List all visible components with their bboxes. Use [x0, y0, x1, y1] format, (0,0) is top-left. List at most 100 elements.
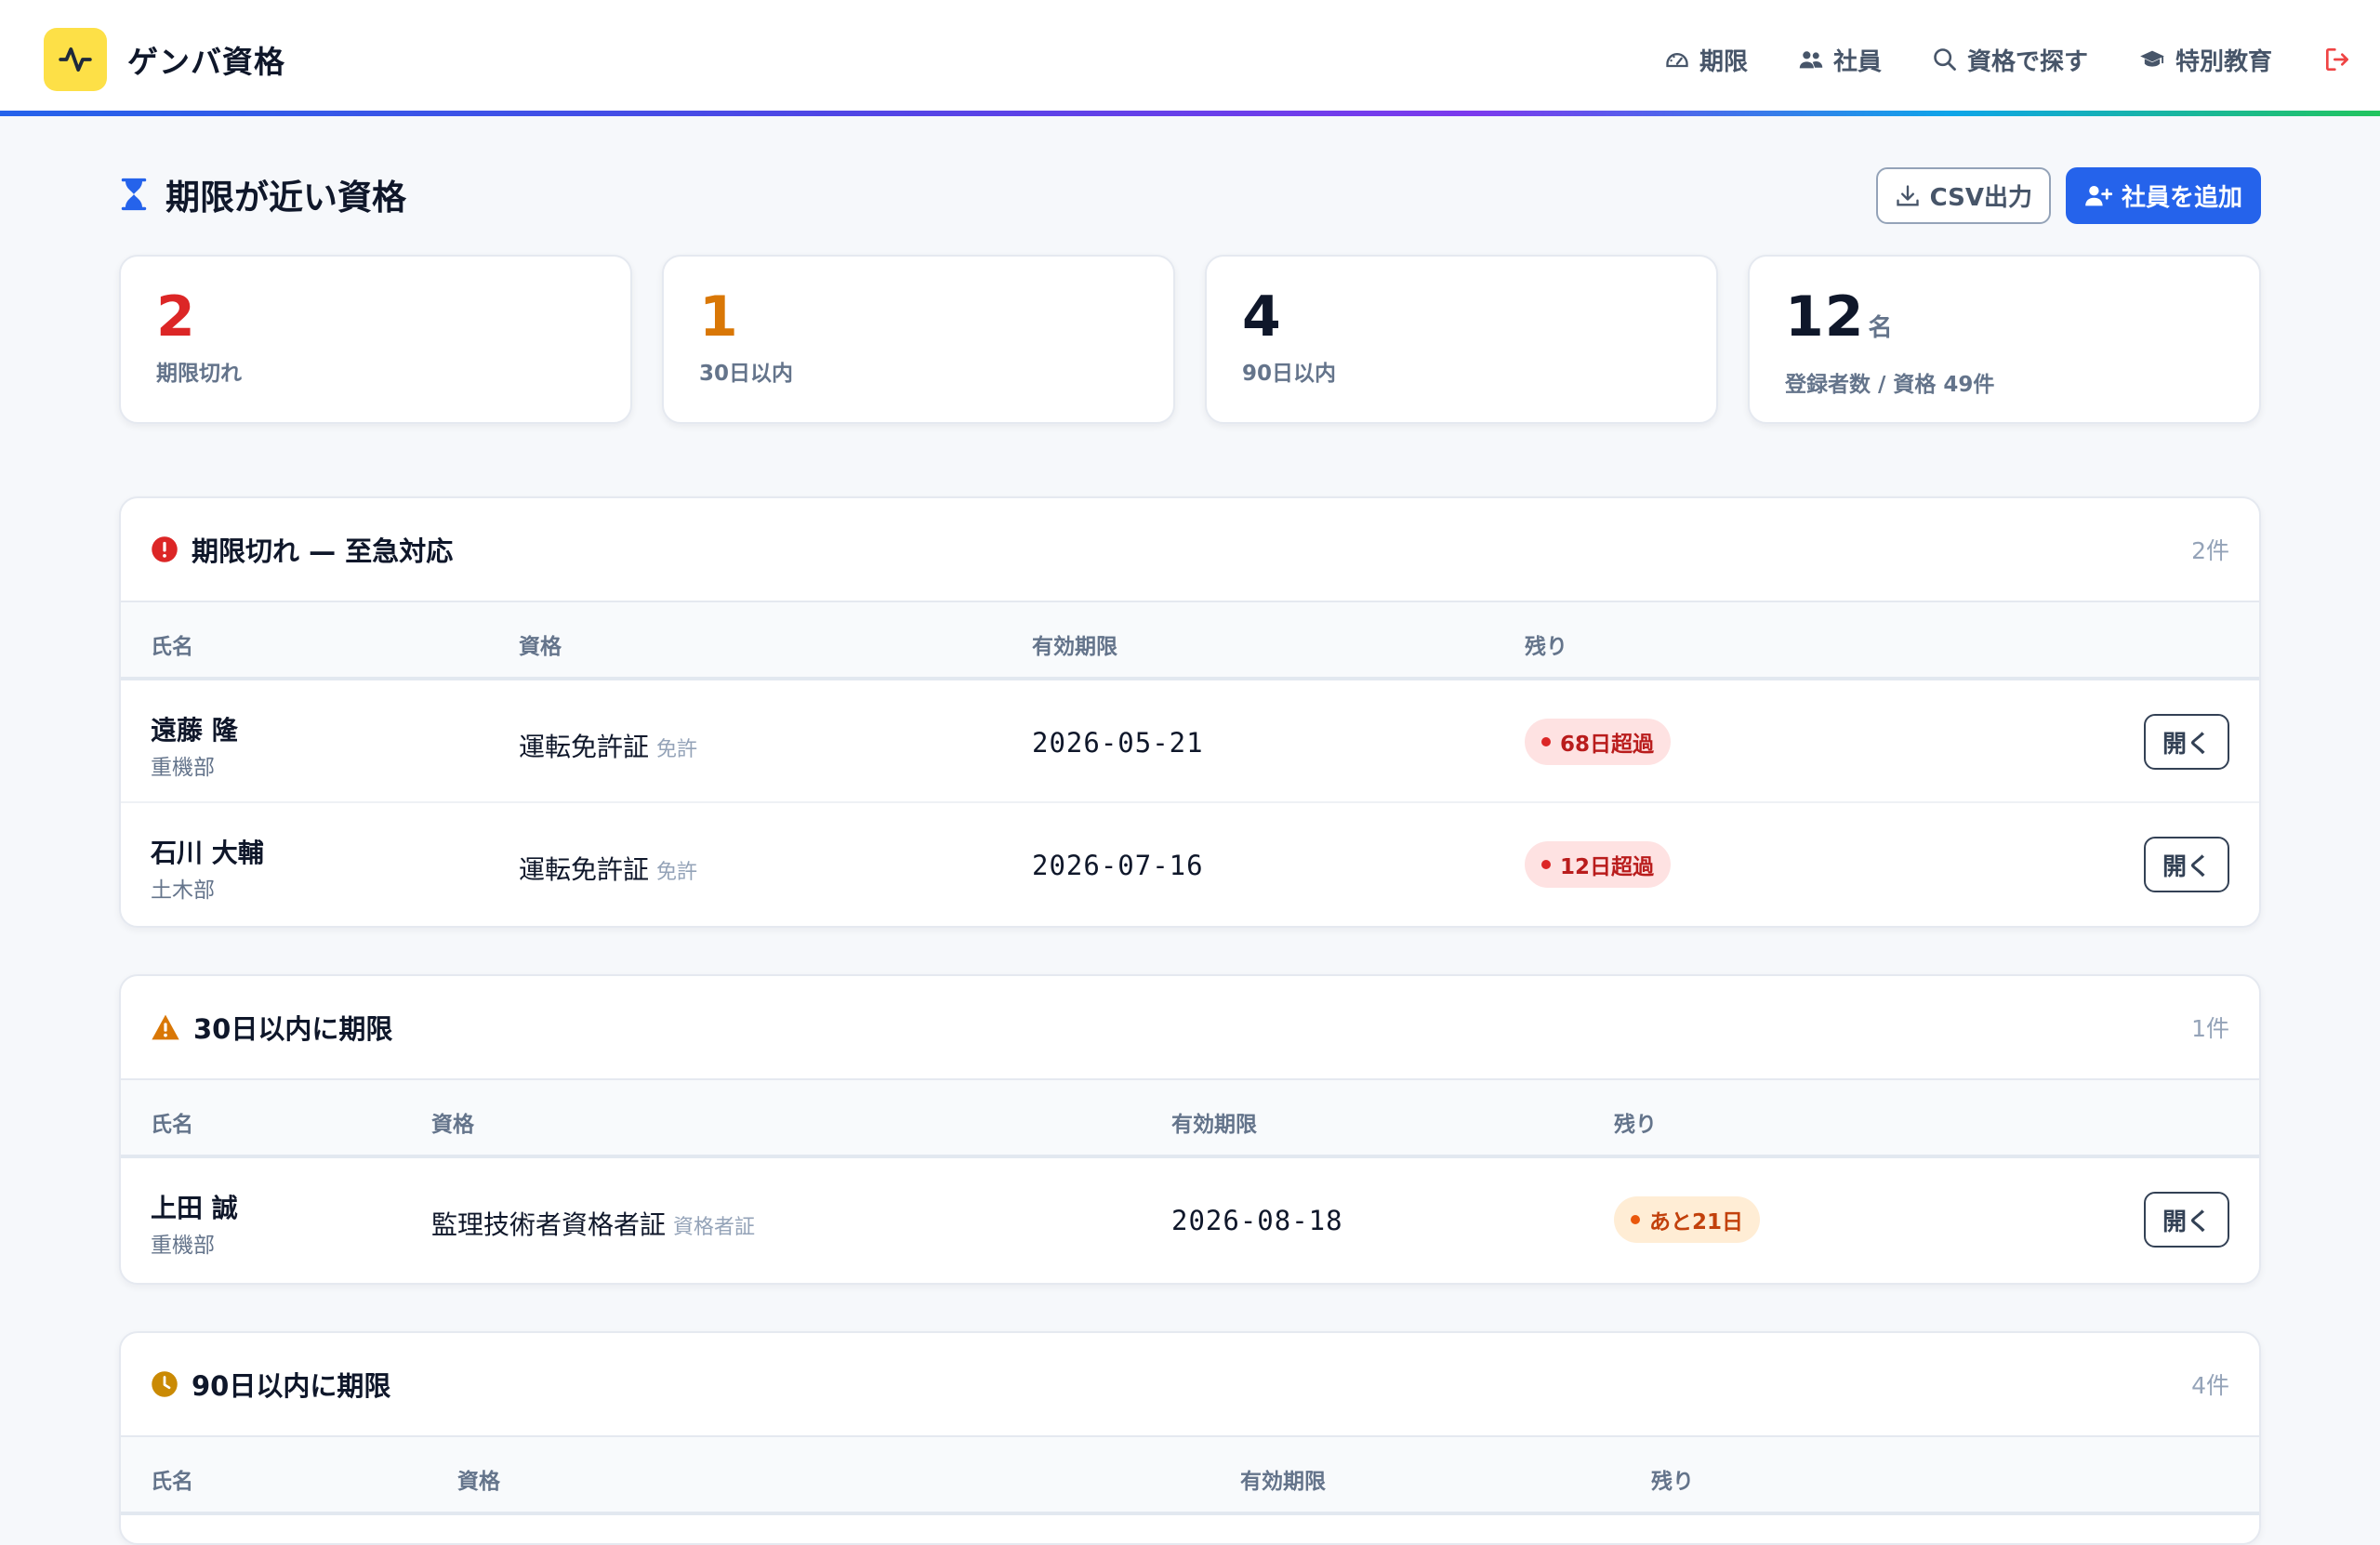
page-header: 期限が近い資格: [119, 171, 406, 218]
status-dot-icon: [1631, 1215, 1640, 1224]
section-title: 30日以内に期限: [193, 1013, 393, 1045]
section-within-90-days: 90日以内に期限 4件 氏名 資格 有効期限 残り: [119, 1331, 2261, 1545]
main-nav: 期限 社員 資格で探す 特別教育: [1614, 28, 2352, 91]
hourglass-icon: [121, 178, 147, 211]
graduation-cap-icon: [2140, 50, 2164, 67]
stat-value: 4: [1242, 284, 1282, 350]
page-title: 期限が近い資格: [165, 178, 406, 218]
app-name: ゲンバ資格: [127, 44, 285, 80]
stat-card-registered[interactable]: 12 名 登録者数 / 資格 49件: [1748, 255, 2261, 424]
table-row[interactable]: 上田 誠 重機部 監理技術者資格者証 資格者証 2026-08-18 あと21日 …: [121, 1158, 2259, 1281]
warning-triangle-icon: [152, 1014, 179, 1040]
table-header: 氏名 資格 有効期限 残り: [121, 602, 2259, 680]
column-header-qualification: 資格: [519, 635, 562, 659]
download-icon: [1896, 184, 1919, 205]
clock-icon: [152, 1371, 178, 1397]
nav-item-special-education[interactable]: 特別教育: [2138, 43, 2272, 77]
nav-item-search-qualification[interactable]: 資格で探す: [1932, 43, 2088, 77]
qualification-name: 運転免許証: [519, 854, 650, 885]
gauge-icon: [1666, 53, 1688, 68]
open-button[interactable]: 開く: [2144, 714, 2229, 770]
stat-card-30-days[interactable]: 1 30日以内: [662, 255, 1175, 424]
qualification-name: 監理技術者資格者証: [431, 1209, 667, 1240]
section-title: 期限切れ — 至急対応: [192, 535, 454, 567]
expiry-date: 2026-08-18: [1171, 1205, 1343, 1236]
employee-name: 遠藤 隆: [151, 715, 238, 746]
section-header: 90日以内に期限 4件: [121, 1333, 2259, 1437]
pulse-logo-icon: [44, 28, 107, 91]
header-gradient-divider: [0, 111, 2380, 116]
column-header-name: 氏名: [151, 635, 193, 659]
stat-label: 90日以内: [1242, 362, 1337, 386]
qualification-cell: 運転免許証 免許: [519, 850, 697, 887]
stat-card-90-days[interactable]: 4 90日以内: [1205, 255, 1718, 424]
add-employee-label: 社員を追加: [2121, 184, 2242, 212]
column-header-expiry: 有効期限: [1171, 1113, 1257, 1137]
user-plus-icon: [2085, 185, 2112, 205]
expiry-date: 2026-05-21: [1032, 727, 1204, 759]
qualification-tag: 資格者証: [673, 1216, 756, 1239]
qualification-cell: 運転免許証 免許: [519, 727, 697, 764]
qualification-tag: 免許: [656, 861, 698, 884]
table-header: 氏名 資格 有効期限 残り: [121, 1437, 2259, 1515]
nav-item-deadlines[interactable]: 期限: [1664, 43, 1748, 77]
section-count: 2件: [2191, 537, 2229, 564]
section-count: 1件: [2191, 1015, 2229, 1042]
summary-stats: 2 期限切れ 1 30日以内 4 90日以内 12 名 登録者数 / 資格 49件: [119, 255, 2261, 424]
column-header-name: 氏名: [151, 1113, 193, 1137]
nav-item-employees[interactable]: 社員: [1798, 43, 1882, 77]
stat-card-expired[interactable]: 2 期限切れ: [119, 255, 632, 424]
status-dot-icon: [1541, 860, 1551, 869]
remaining-text: 68日超過: [1560, 733, 1655, 757]
logout-button[interactable]: [2322, 45, 2352, 74]
open-button[interactable]: 開く: [2144, 1192, 2229, 1248]
column-header-qualification: 資格: [431, 1113, 474, 1137]
employee-name: 上田 誠: [151, 1193, 238, 1223]
stat-value-wrap: 12 名: [1785, 286, 2224, 359]
status-badge: あと21日: [1614, 1196, 1761, 1243]
column-header-remaining: 残り: [1614, 1113, 1657, 1137]
section-title: 90日以内に期限: [192, 1370, 391, 1402]
qualification-name: 運転免許証: [519, 732, 650, 762]
stat-value: 1: [699, 284, 739, 350]
page-actions: CSV出力 社員を追加: [1875, 167, 2261, 224]
table-row[interactable]: 石川 大輔 土木部 運転免許証 免許 2026-07-16 12日超過 開く: [121, 803, 2259, 926]
stat-label: 期限切れ: [156, 362, 242, 386]
employee-name: 石川 大輔: [151, 838, 264, 868]
status-badge: 12日超過: [1525, 841, 1672, 888]
nav-item-label: 資格で探す: [1966, 47, 2088, 76]
column-header-remaining: 残り: [1651, 1470, 1694, 1494]
expiry-date: 2026-07-16: [1032, 850, 1204, 881]
csv-export-button[interactable]: CSV出力: [1875, 167, 2051, 224]
qualification-cell: 監理技術者資格者証 資格者証: [431, 1205, 755, 1242]
nav-item-label: 特別教育: [2175, 47, 2272, 76]
remaining-text: あと21日: [1649, 1210, 1744, 1235]
employee-department: 重機部: [151, 756, 215, 780]
status-badge: 68日超過: [1525, 719, 1672, 765]
add-employee-button[interactable]: 社員を追加: [2065, 167, 2261, 224]
stat-label: 登録者数 / 資格 49件: [1785, 373, 1995, 397]
status-dot-icon: [1541, 737, 1551, 746]
section-header: 30日以内に期限 1件: [121, 976, 2259, 1080]
remaining-text: 12日超過: [1560, 855, 1655, 879]
csv-export-label: CSV出力: [1929, 184, 2032, 212]
nav-item-label: 社員: [1832, 47, 1882, 76]
search-icon: [1934, 48, 1956, 71]
top-navigation-bar: ゲンバ資格 期限 社員 資格で探す 特別教育: [0, 0, 2380, 113]
column-header-expiry: 有効期限: [1240, 1470, 1326, 1494]
stat-value: 12: [1785, 284, 1865, 350]
section-header: 期限切れ — 至急対応 2件: [121, 498, 2259, 602]
section-count: 4件: [2191, 1372, 2229, 1399]
stat-unit: 名: [1868, 314, 1894, 342]
column-header-expiry: 有効期限: [1032, 635, 1117, 659]
stat-value: 2: [156, 284, 196, 350]
section-expired: 期限切れ — 至急対応 2件 氏名 資格 有効期限 残り 遠藤 隆 重機部 運転…: [119, 496, 2261, 928]
logout-icon: [2326, 48, 2348, 71]
section-within-30-days: 30日以内に期限 1件 氏名 資格 有効期限 残り 上田 誠 重機部 監理技術者…: [119, 974, 2261, 1285]
brand[interactable]: ゲンバ資格: [44, 28, 285, 91]
column-header-name: 氏名: [151, 1470, 193, 1494]
table-row[interactable]: 遠藤 隆 重機部 運転免許証 免許 2026-05-21 68日超過 開く: [121, 680, 2259, 803]
column-header-remaining: 残り: [1525, 635, 1567, 659]
open-button[interactable]: 開く: [2144, 837, 2229, 892]
employee-department: 重機部: [151, 1234, 215, 1258]
